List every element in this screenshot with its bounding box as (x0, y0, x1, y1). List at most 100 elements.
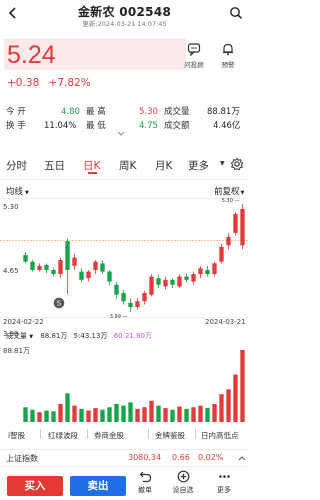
volume-chart[interactable] (0, 344, 249, 424)
volume-bar (37, 412, 42, 422)
cancel-order-label: 撤单 (138, 486, 152, 494)
high-value: 5.30 (139, 107, 158, 117)
indicator-divider (40, 429, 41, 439)
change-amount: +0.38 (7, 77, 40, 89)
candle-body (72, 257, 77, 266)
candle-body (142, 293, 147, 302)
indicator-ai-stock[interactable]: i智股 (8, 430, 25, 441)
indicator-divider (87, 429, 88, 439)
volume-ma5: 5:43.13万 (73, 332, 108, 340)
open-value: 4.80 (61, 107, 80, 117)
volume-bar (156, 405, 161, 422)
more-actions-button[interactable]: 更多 (209, 470, 239, 495)
cancel-order-button[interactable]: 撤单 (130, 470, 160, 495)
chevron-up-icon[interactable] (238, 455, 246, 461)
candle-body (191, 274, 196, 282)
svg-text:S: S (57, 300, 62, 308)
advisor-button[interactable]: 问投顾 (180, 42, 208, 78)
event-marker-icon[interactable]: S (53, 297, 65, 309)
buy-button[interactable]: 买入 (7, 476, 63, 496)
volume-bar (79, 408, 84, 422)
candle-body (128, 302, 133, 308)
ma-label: 均线 (6, 187, 24, 197)
volume-total: 88.81万 (40, 332, 68, 340)
volume-bar (170, 409, 175, 422)
candle-body (156, 278, 161, 285)
candle-body (121, 293, 126, 302)
sell-button[interactable]: 卖出 (70, 476, 126, 496)
update-time: 更新:2024-03-21 14:07:45 (82, 20, 167, 28)
volume-bar (93, 408, 98, 422)
candle-body (30, 261, 35, 270)
advisor-label: 问投顾 (184, 61, 204, 69)
volume-bar (30, 409, 35, 422)
candle-body (163, 279, 168, 287)
tab-daily-k[interactable]: 日K (83, 158, 100, 173)
chat-icon (187, 43, 201, 56)
volume-bar (212, 404, 217, 422)
volume-bar (163, 408, 168, 422)
tab-weekly-k[interactable]: 周K (119, 158, 136, 173)
candle-body (149, 276, 154, 295)
add-watchlist-icon (177, 470, 189, 483)
candle-body (177, 276, 182, 287)
candle-body (226, 236, 231, 246)
low-price-marker: 3.99 — (110, 314, 128, 318)
tab-five-day[interactable]: 五日 (44, 158, 65, 173)
x-label-start: 2024-02-22 (3, 318, 44, 326)
candle-body (51, 269, 56, 275)
volume-bar (72, 405, 77, 422)
open-label: 今 开 (6, 107, 26, 117)
bell-icon (223, 43, 233, 56)
low-label: 最 低 (86, 121, 106, 131)
search-icon[interactable] (229, 6, 243, 20)
indicator-broker-picks[interactable]: 券商金股 (94, 430, 124, 441)
high-price-marker: 5.30 — (222, 198, 240, 204)
index-change-percent: 0.02% (198, 453, 224, 462)
amount-value: 4.46亿 (213, 121, 241, 131)
add-watchlist-button[interactable]: 设自选 (168, 470, 198, 495)
adjust-selector[interactable]: 前复权▼ (214, 185, 244, 197)
candle-body (219, 246, 224, 262)
active-tab-indicator (88, 172, 97, 174)
volume-ma10: 60:21.80万 (113, 332, 153, 340)
candle-body (37, 265, 42, 270)
candle-body (44, 265, 49, 270)
indicator-divider (195, 429, 196, 439)
low-value: 4.75 (139, 121, 158, 131)
tab-intraday[interactable]: 分时 (6, 158, 27, 173)
volume-bar (191, 407, 196, 422)
candle-body (184, 276, 189, 280)
alert-button[interactable]: 预警 (214, 42, 242, 78)
volume-bar (177, 406, 182, 422)
x-label-end: 2024-03-21 (205, 318, 246, 326)
indicator-gold-rating[interactable]: 金牌鉴股 (155, 430, 185, 441)
undo-icon (139, 471, 151, 483)
volume-bar (149, 400, 154, 422)
tab-monthly-k[interactable]: 月K (155, 158, 172, 173)
tab-more[interactable]: 更多 (188, 158, 209, 173)
indicator-intraday-hilo[interactable]: 日内高低点 (201, 430, 239, 441)
volume-bar (198, 405, 203, 422)
volume-bar (233, 374, 238, 422)
expand-chevron-icon[interactable] (116, 130, 126, 138)
candle-body (205, 269, 210, 275)
volume-label: 成交量 (164, 107, 190, 117)
kline-chart[interactable]: 5.30 — 3.99 — (0, 198, 249, 318)
candle-body (100, 263, 105, 272)
indicator-divider (148, 429, 149, 439)
volume-bar (107, 407, 112, 422)
candle-body (135, 301, 140, 308)
volume-bar (142, 407, 147, 422)
index-value: 3080.34 (128, 453, 162, 462)
volume-bar (184, 408, 189, 422)
settings-icon[interactable] (230, 157, 244, 171)
volume-bar (86, 410, 91, 422)
adjust-label: 前复权 (214, 187, 240, 197)
candle-body (212, 263, 217, 275)
volume-bar (51, 411, 56, 422)
candle-body (107, 271, 112, 282)
ma-selector[interactable]: 均线 ▼ (6, 185, 29, 197)
current-price: 5.24 (7, 41, 56, 69)
indicator-red-green-band[interactable]: 红绿波段 (48, 430, 78, 441)
